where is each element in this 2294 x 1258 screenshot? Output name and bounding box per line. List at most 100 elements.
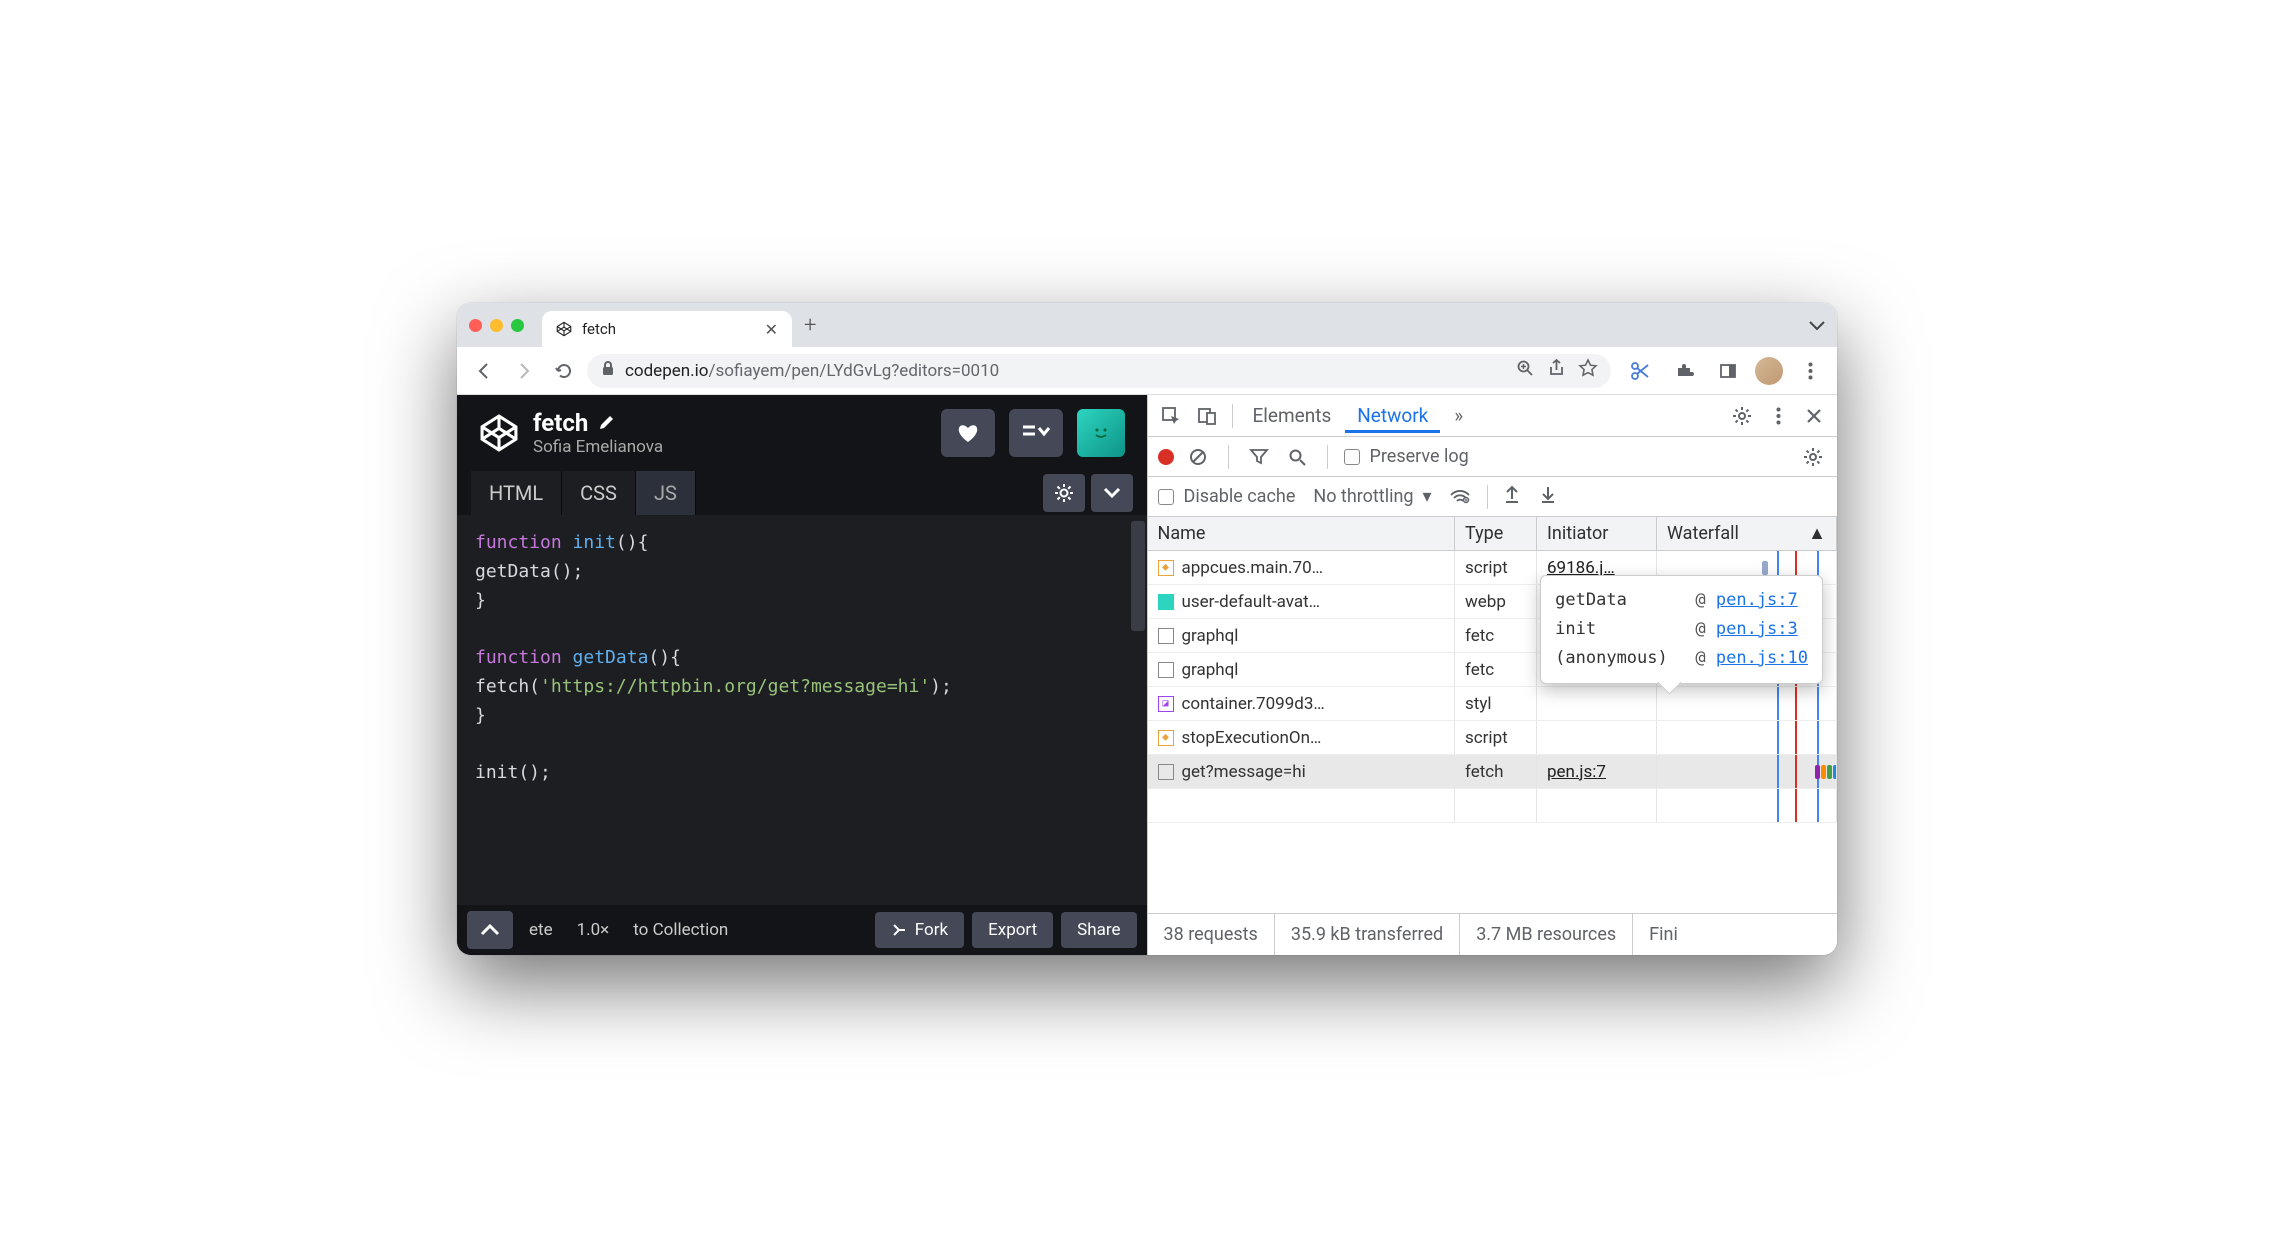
search-icon[interactable] xyxy=(1283,448,1311,466)
footer-collection[interactable]: to Collection xyxy=(625,920,736,940)
forward-button[interactable] xyxy=(507,354,541,388)
network-conditions-icon[interactable] xyxy=(1449,485,1471,508)
titlebar: fetch ✕ + xyxy=(457,303,1837,347)
devtools-panel: Elements Network » Preserve log xyxy=(1147,395,1838,955)
tab-overflow-icon[interactable] xyxy=(1809,316,1825,335)
clear-button[interactable] xyxy=(1184,448,1212,466)
table-row[interactable]: ⬥stopExecutionOn…script xyxy=(1148,721,1838,755)
code-editor[interactable]: function init(){ getData();} function ge… xyxy=(457,515,1147,905)
bookmark-icon[interactable] xyxy=(1579,359,1597,382)
stack-link[interactable]: pen.js:7 xyxy=(1716,590,1798,610)
export-button[interactable]: Export xyxy=(972,912,1053,948)
network-settings-icon[interactable] xyxy=(1799,447,1827,467)
upload-icon[interactable] xyxy=(1504,485,1520,508)
table-row[interactable]: get?message=hifetchpen.js:7 xyxy=(1148,755,1838,789)
user-avatar[interactable] xyxy=(1077,409,1125,457)
footer-fragment: ete xyxy=(521,920,561,940)
back-button[interactable] xyxy=(467,354,501,388)
codepen-header: fetch Sofia Emelianova xyxy=(457,395,1147,471)
address-bar-icons xyxy=(1516,359,1597,382)
network-status-bar: 38 requests 35.9 kB transferred 3.7 MB r… xyxy=(1148,913,1838,955)
fork-button[interactable]: Fork xyxy=(875,912,964,948)
preserve-log-label: Preserve log xyxy=(1370,446,1469,467)
initiator-stack-tooltip: getData @ pen.js:7init @ pen.js:3(anonym… xyxy=(1540,575,1823,684)
disable-cache-checkbox[interactable] xyxy=(1158,489,1174,505)
share-button[interactable]: Share xyxy=(1061,912,1136,948)
scrollbar[interactable] xyxy=(1131,521,1145,631)
codepen-logo-icon xyxy=(479,413,519,453)
tab-more[interactable]: » xyxy=(1442,398,1475,433)
stack-link[interactable]: pen.js:10 xyxy=(1716,648,1808,668)
maximize-window[interactable] xyxy=(511,319,524,332)
profile-avatar[interactable] xyxy=(1755,357,1783,385)
pen-author: Sofia Emelianova xyxy=(533,437,663,457)
scissors-icon[interactable] xyxy=(1623,354,1657,388)
window-controls xyxy=(469,319,524,332)
browser-window: fetch ✕ + codepen.io/sofiayem/pen/LYdGvL… xyxy=(457,303,1837,955)
tab-title: fetch xyxy=(582,320,755,338)
close-tab-icon[interactable]: ✕ xyxy=(765,320,778,339)
devtools-close-icon[interactable] xyxy=(1797,401,1831,431)
sidepanel-icon[interactable] xyxy=(1711,354,1745,388)
table-row[interactable]: ◪container.7099d3…styl xyxy=(1148,687,1838,721)
inspect-element-icon[interactable] xyxy=(1154,401,1188,431)
lock-icon xyxy=(601,361,615,380)
table-header: Name Type Initiator Waterfall▲ xyxy=(1148,517,1838,551)
codepen-favicon-icon xyxy=(556,321,572,337)
devtools-menu-icon[interactable] xyxy=(1761,401,1795,431)
download-icon[interactable] xyxy=(1540,485,1556,508)
status-transferred: 35.9 kB transferred xyxy=(1275,914,1460,955)
device-toolbar-icon[interactable] xyxy=(1190,401,1224,431)
th-name[interactable]: Name xyxy=(1148,517,1456,550)
content-area: fetch Sofia Emelianova HTML CSS JS xyxy=(457,395,1837,955)
th-type[interactable]: Type xyxy=(1455,517,1537,550)
editor-tabs-row: HTML CSS JS xyxy=(457,471,1147,515)
fetch-file-icon xyxy=(1158,662,1174,678)
fetch-file-icon xyxy=(1158,764,1174,780)
footer-expand-icon[interactable] xyxy=(467,911,513,949)
share-icon[interactable] xyxy=(1548,359,1565,382)
tab-network[interactable]: Network xyxy=(1345,398,1440,433)
zoom-icon[interactable] xyxy=(1516,359,1534,382)
toolbar-right-icons xyxy=(1623,354,1827,388)
footer-zoom[interactable]: 1.0× xyxy=(569,920,618,940)
menu-icon[interactable] xyxy=(1793,354,1827,388)
edit-title-icon[interactable] xyxy=(598,409,616,437)
address-bar[interactable]: codepen.io/sofiayem/pen/LYdGvLg?editors=… xyxy=(587,354,1611,388)
new-tab-button[interactable]: + xyxy=(804,313,816,338)
fetch-file-icon xyxy=(1158,628,1174,644)
editor-settings-icon[interactable] xyxy=(1043,474,1085,512)
reload-button[interactable] xyxy=(547,354,581,388)
stack-link[interactable]: pen.js:3 xyxy=(1716,619,1798,639)
record-button[interactable] xyxy=(1158,449,1174,465)
love-button[interactable] xyxy=(941,409,995,457)
img-file-icon xyxy=(1158,594,1174,610)
editor-dropdown-icon[interactable] xyxy=(1091,474,1133,512)
network-toolbar: Preserve log xyxy=(1148,437,1838,477)
throttling-select[interactable]: No throttling ▾ xyxy=(1313,486,1431,507)
preserve-log-checkbox[interactable] xyxy=(1344,449,1360,465)
network-table: Name Type Initiator Waterfall▲ ⬥appcues.… xyxy=(1148,517,1838,913)
browser-toolbar: codepen.io/sofiayem/pen/LYdGvLg?editors=… xyxy=(457,347,1837,395)
tab-elements[interactable]: Elements xyxy=(1241,398,1344,433)
browser-tab[interactable]: fetch ✕ xyxy=(542,311,792,347)
view-switch-button[interactable] xyxy=(1009,409,1063,457)
minimize-window[interactable] xyxy=(490,319,503,332)
tab-js[interactable]: JS xyxy=(636,471,696,515)
devtools-tabs: Elements Network » xyxy=(1148,395,1838,437)
devtools-settings-icon[interactable] xyxy=(1725,401,1759,431)
th-waterfall[interactable]: Waterfall▲ xyxy=(1657,517,1837,550)
tab-css[interactable]: CSS xyxy=(562,471,636,515)
script-file-icon: ⬥ xyxy=(1158,730,1174,746)
status-requests: 38 requests xyxy=(1148,914,1275,955)
th-initiator[interactable]: Initiator xyxy=(1537,517,1657,550)
status-finish: Fini xyxy=(1633,914,1694,955)
close-window[interactable] xyxy=(469,319,482,332)
tab-html[interactable]: HTML xyxy=(471,471,562,515)
filter-icon[interactable] xyxy=(1245,449,1273,465)
script-file-icon: ⬥ xyxy=(1158,560,1174,576)
extensions-icon[interactable] xyxy=(1667,354,1701,388)
url-text: codepen.io/sofiayem/pen/LYdGvLg?editors=… xyxy=(625,361,999,381)
style-file-icon: ◪ xyxy=(1158,696,1174,712)
disable-cache-label: Disable cache xyxy=(1184,486,1296,507)
